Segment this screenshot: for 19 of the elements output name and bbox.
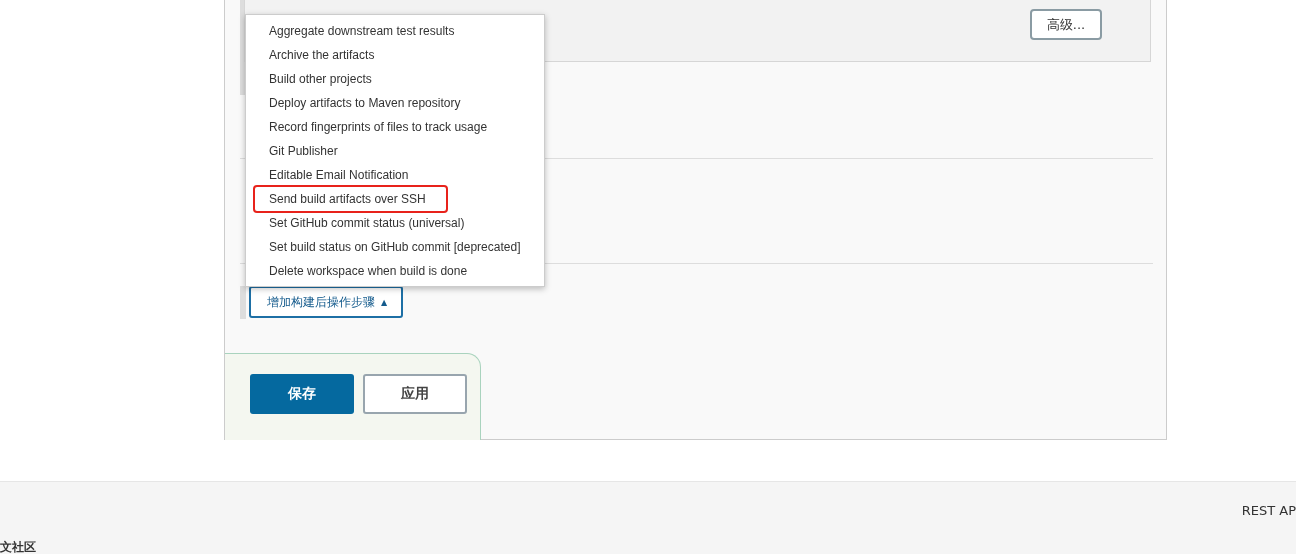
menu-item[interactable]: Delete workspace when build is done — [269, 259, 482, 283]
menu-item[interactable]: Record fingerprints of files to track usage — [269, 115, 502, 139]
apply-button[interactable]: 应用 — [363, 374, 467, 414]
add-post-build-step-button[interactable]: 增加构建后操作步骤 ▲ — [249, 286, 404, 318]
advanced-button[interactable]: 高级... — [1030, 9, 1102, 40]
community-link[interactable]: 文社区 — [0, 541, 36, 554]
rest-api-link[interactable]: REST AP — [1241, 503, 1296, 518]
menu-item[interactable]: Build other projects — [269, 67, 386, 91]
menu-item[interactable]: Editable Email Notification — [269, 163, 423, 187]
save-button[interactable]: 保存 — [250, 374, 354, 414]
menu-item[interactable]: Aggregate downstream test results — [269, 19, 469, 43]
menu-item[interactable]: Deploy artifacts to Maven repository — [269, 91, 475, 115]
menu-item[interactable]: Archive the artifacts — [269, 43, 389, 67]
caret-icon: ▲ — [381, 297, 388, 307]
menu-item[interactable]: Set build status on GitHub commit [deprecated] — [269, 235, 535, 259]
menu-item[interactable]: Git Publisher — [269, 139, 352, 163]
menu-item[interactable]: Send build artifacts over SSH — [255, 187, 446, 211]
indent-bar — [240, 286, 246, 319]
menu-item[interactable]: Set GitHub commit status (universal) — [269, 211, 479, 235]
